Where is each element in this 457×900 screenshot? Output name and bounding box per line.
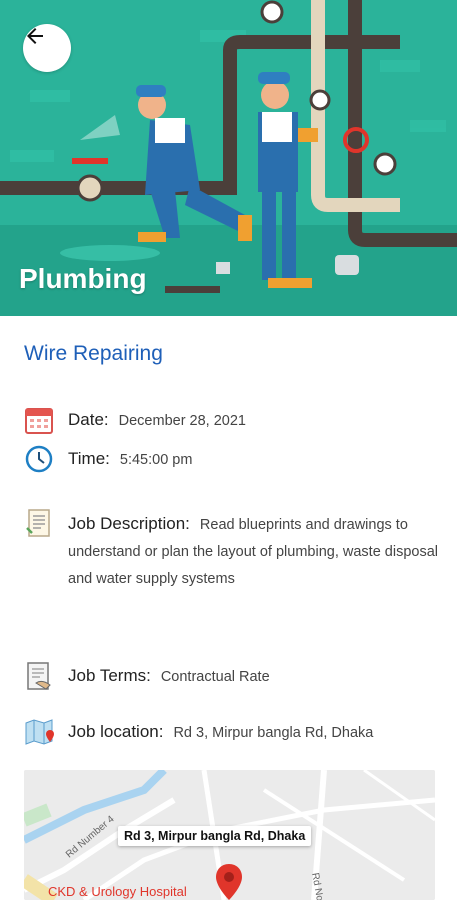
date-value: December 28, 2021 [118, 413, 246, 429]
map-address-tooltip: Rd 3, Mirpur bangla Rd, Dhaka [118, 826, 312, 846]
time-row: Time: 5:45:00 pm [24, 444, 192, 476]
terms-row: Job Terms: Contractual Rate [24, 661, 270, 693]
hero-banner: Plumbing [0, 0, 457, 316]
arrow-left-icon [27, 28, 43, 44]
date-row: Date: December 28, 2021 [24, 405, 246, 437]
location-row: Job location: Rd 3, Mirpur bangla Rd, Dh… [24, 717, 373, 749]
location-value: Rd 3, Mirpur bangla Rd, Dhaka [173, 725, 374, 741]
terms-value: Contractual Rate [160, 669, 270, 685]
job-description: Job Description: Read blueprints and dra… [68, 510, 438, 593]
terms-label: Job Terms: [68, 666, 151, 685]
document-icon [26, 509, 50, 537]
time-label: Time: [68, 449, 110, 468]
contract-icon [27, 662, 51, 690]
description-label: Job Description: [68, 514, 190, 533]
time-value: 5:45:00 pm [119, 452, 193, 468]
job-title: Wire Repairing [24, 342, 163, 365]
back-button[interactable] [23, 24, 71, 72]
calendar-icon [25, 408, 53, 434]
category-title: Plumbing [19, 263, 147, 294]
map-poi-label: CKD & Urology Hospital [48, 884, 187, 899]
map-location-icon [25, 719, 54, 745]
location-label: Job location: [68, 722, 164, 741]
date-label: Date: [68, 410, 109, 429]
clock-icon [25, 445, 53, 473]
map-pin-icon[interactable] [214, 862, 244, 900]
